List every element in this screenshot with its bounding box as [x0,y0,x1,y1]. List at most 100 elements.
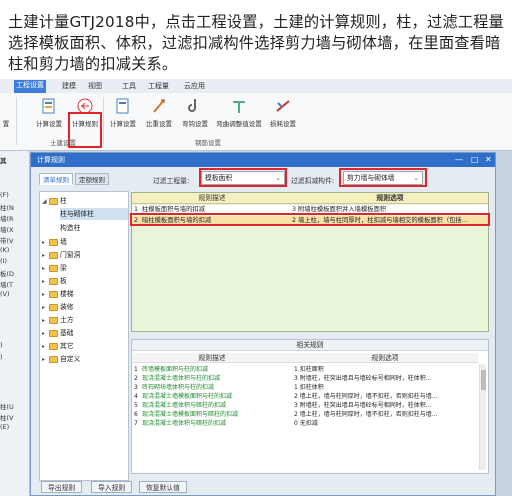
group-label-rebar: 钢筋设置 [195,139,221,147]
group-label-civil: 土建设置 [50,139,76,147]
tree-node-beam[interactable]: ▸ 梁 [42,262,67,274]
ribbon-tab-cloud[interactable]: 云应用 [182,81,207,92]
folder-icon [49,303,58,311]
rules-grid-header: 规则描述 规则选项 [132,193,488,204]
restore-defaults-button[interactable]: 恢复默认值 [139,481,187,493]
left-strip-label: 墙(T [0,281,14,289]
left-strip-label: 柱(U [0,403,14,411]
ribbon-tab-view[interactable]: 视图 [86,81,104,92]
folder-icon [49,290,58,298]
left-strip-label: (I) [0,257,7,265]
folder-icon [49,342,58,350]
ribbon-left-cut: 置 [2,120,10,128]
tree-node-construction-column[interactable]: 构造柱 [60,222,80,234]
export-rules-button[interactable]: 导出规则 [41,481,83,493]
loss-settings-button[interactable]: 损耗设置 [266,97,300,133]
related-rules-scrollbar[interactable] [479,364,486,470]
rebar-calc-settings-button[interactable]: 计算设置 [106,97,140,133]
bend-adjust-settings-button[interactable]: 弯曲调整值设置 [214,97,264,133]
left-strip-label: ) [0,341,3,349]
tree-node-foundation[interactable]: ▸ 基础 [42,327,74,339]
left-strip-label: ) [0,353,3,361]
maximize-icon[interactable]: □ [471,153,479,167]
weight-icon [153,99,165,113]
dialog-title-bar: 计算规则 — □ ✕ [31,153,495,167]
tab-quota-rules[interactable]: 定额规则 [75,173,109,185]
software-screenshot: 工程设置 建模 视图 工具 工程量 云应用 置 计算设置 计算规则 计算设置 比… [0,79,512,496]
filter-qty-highlight [199,168,287,187]
calc-settings-button[interactable]: 计算设置 [32,97,66,133]
tree-node-custom[interactable]: ▸ 自定义 [42,353,80,365]
left-strip-label: 墙(R [0,215,14,223]
folder-icon [49,197,58,205]
component-tree: ◢ 柱 柱与砌体柱 构造柱 ▸ 墙 ▸ 门窗洞 ▸ 梁 ▸ 板 ▸ 楼梯 ▸ 装修 ▸ 土方 ▸… [39,191,129,481]
question-text: 土建计量GTJ2018中，点击工程设置，土建的计算规则，柱，过滤工程量选择模板面… [8,13,504,73]
tree-node-wall[interactable]: ▸ 墙 [42,236,67,248]
left-strip-label: (E) [0,423,10,431]
folder-icon [49,355,58,363]
related-rules-panel: 相关规则 规则描述 规则选项 1 砖墙模板面积与柱的扣减 1 扣柱面积 2 现浇混凝土… [131,339,489,474]
left-strip-label: 其 [0,157,7,165]
hook-settings-button[interactable]: 弯钩设置 [178,97,212,133]
ribbon-tab-tools[interactable]: 工具 [120,81,138,92]
filter-deduct-highlight [339,168,427,187]
tree-node-openings[interactable]: ▸ 门窗洞 [42,249,80,261]
folder-icon [49,316,58,324]
ribbon-tab-bar: 工程设置 建模 视图 工具 工程量 云应用 [0,79,512,93]
list-item[interactable]: 6 现浇混凝土墙模板面积与暗柱的扣减 2 墙上柱，墙与柱同厚时，墙不扣柱，否则扣柱与… [132,410,478,419]
tree-node-stairs[interactable]: ▸ 楼梯 [42,288,74,300]
minimize-icon[interactable]: — [455,153,463,167]
list-item[interactable]: 4 现浇混凝土墙模板面积与柱的扣减 2 墙上柱，墙与柱同厚时，墙不扣柱，否则扣柱与墙… [132,392,478,401]
tree-node-earthwork[interactable]: ▸ 土方 [42,314,74,326]
left-strip-label: 墙(X [0,226,14,234]
folder-icon [49,251,58,259]
left-strip-label: (F) [0,191,9,199]
col-header-desc: 规则描述 [198,194,226,202]
tree-node-others[interactable]: ▸ 其它 [42,340,74,352]
list-item[interactable]: 5 现浇混凝土墙体积与暗柱的扣减 3 附墙柱，柱突出墙且与墙砼标号相同时，柱体积… [132,401,478,410]
list-item[interactable]: 3 砖石砌块墙体积与柱的扣减 1 扣柱体积 [132,383,478,392]
col-header-option: 规则选项 [376,194,404,202]
close-icon[interactable]: ✕ [485,153,492,167]
tree-node-column[interactable]: ◢ 柱 [42,195,67,207]
left-strip-label: (V) [0,290,10,298]
folder-icon [49,264,58,272]
tree-node-slab[interactable]: ▸ 板 [42,275,67,287]
filter-deduct-label: 过滤扣减构件: [291,177,335,185]
left-panel-strip: 其 (F) 柱(N 墙(R 墙(X 带(V (K) (I) 板(D 墙(T (V… [0,151,30,496]
list-item[interactable]: 7 现浇混凝土墙体积与暗柱的扣减 0 无扣减 [132,419,478,428]
left-strip-label: 柱(N [0,204,14,212]
dialog-title: 计算规则 [37,156,65,164]
list-item[interactable]: 2 现浇混凝土墙体积与柱的扣减 3 附墙柱，柱突出墙且与墙砼标号相同时，柱体积… [132,374,478,383]
col-header-desc: 规则描述 [198,354,226,362]
filter-qty-label: 过滤工程量: [153,177,190,185]
ribbon-tab-project-settings[interactable]: 工程设置 [14,80,46,93]
left-strip-label: 带(V [0,237,14,245]
tab-bill-rules[interactable]: 清单规则 [39,173,73,185]
list-item[interactable]: 1 砖墙模板面积与柱的扣减 1 扣柱面积 [132,365,478,374]
left-strip-label: (K) [0,246,10,254]
settings-sheet-icon [116,98,129,114]
tree-node-decoration[interactable]: ▸ 装修 [42,301,74,313]
folder-icon [49,329,58,337]
ribbon-toolbar: 置 计算设置 计算规则 计算设置 比重设置 弯钩设置 弯曲调整值设置 损耗设置 … [0,93,512,151]
hook-icon [188,99,196,112]
selected-row-highlight [130,213,490,226]
bend-icon [233,101,245,113]
ribbon-tab-quantities[interactable]: 工程量 [146,81,171,92]
settings-sheet-icon [42,98,55,114]
ribbon-tab-modeling[interactable]: 建模 [60,81,78,92]
left-strip-label: 板(D [0,270,15,278]
related-rules-header: 规则描述 规则选项 [132,353,478,363]
left-strip-label: 柱(V [0,414,14,422]
related-rules-title: 相关规则 [132,340,488,351]
folder-icon [49,238,58,246]
calc-rules-dialog: 计算规则 — □ ✕ 清单规则 定额规则 过滤工程量: 模板面积 ⌄ 过滤扣减构件… [30,152,496,496]
tree-node-column-masonry[interactable]: 柱与砌体柱 [60,208,128,220]
dialog-bottom-bar: 导出规则 导入规则 恢复默认值 [31,478,495,496]
folder-icon [49,277,58,285]
col-header-option: 规则选项 [371,354,399,362]
density-settings-button[interactable]: 比重设置 [142,97,176,133]
loss-icon [276,100,290,112]
import-rules-button[interactable]: 导入规则 [91,481,133,493]
